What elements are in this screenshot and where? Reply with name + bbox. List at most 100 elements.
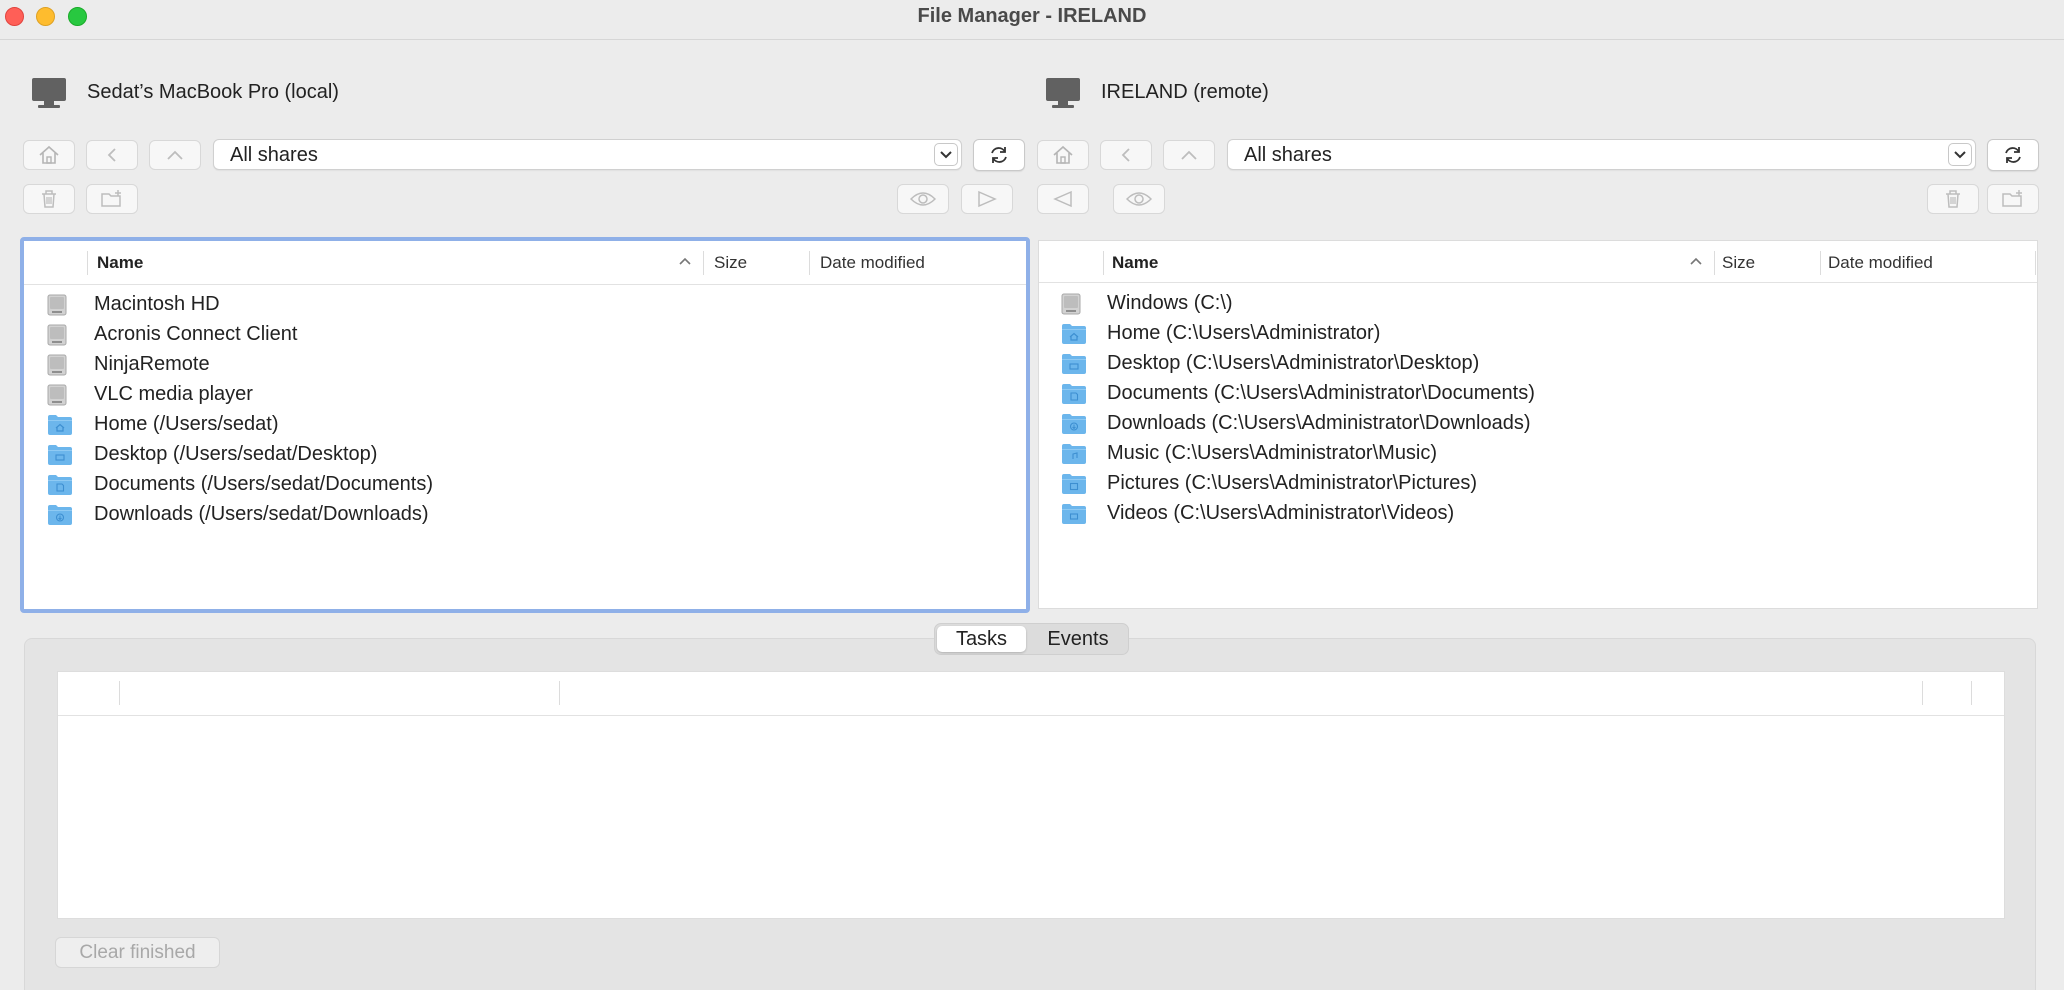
list-item-label: Macintosh HD: [94, 293, 220, 315]
list-item-label: Pictures (C:\Users\Administrator\Picture…: [1107, 472, 1478, 494]
pictures-folder-icon: [1061, 473, 1087, 500]
list-item-label: Documents (/Users/sedat/Documents): [94, 473, 434, 495]
home-icon: [39, 145, 59, 164]
remote-delete-button[interactable]: [1927, 184, 1979, 214]
local-list-item[interactable]: Desktop (/Users/sedat/Desktop): [24, 440, 1026, 470]
desktop-folder-icon: [47, 444, 73, 471]
tab-tasks[interactable]: Tasks: [937, 626, 1026, 652]
list-item-label: Desktop (/Users/sedat/Desktop): [94, 443, 378, 465]
remote-list-item[interactable]: Downloads (C:\Users\Administrator\Downlo…: [1039, 409, 2037, 439]
remote-home-button[interactable]: [1037, 140, 1089, 170]
local-new-folder-button[interactable]: [86, 184, 138, 214]
documents-folder-icon: [47, 474, 73, 501]
remote-new-folder-button[interactable]: [1987, 184, 2039, 214]
refresh-icon: [2005, 147, 2021, 163]
title-bar: File Manager - IRELAND: [0, 0, 2064, 40]
videos-folder-icon: [1061, 503, 1087, 530]
remote-list-item[interactable]: Windows (C:\): [1039, 289, 2037, 319]
remote-list-item[interactable]: Videos (C:\Users\Administrator\Videos): [1039, 499, 2037, 529]
local-list-item[interactable]: Downloads (/Users/sedat/Downloads): [24, 500, 1026, 530]
remote-back-button[interactable]: [1100, 140, 1152, 170]
home-folder-icon: [47, 414, 73, 441]
tasks-table[interactable]: [57, 671, 2005, 919]
local-list-item[interactable]: Documents (/Users/sedat/Documents): [24, 470, 1026, 500]
downloads-folder-icon: [47, 504, 73, 531]
tasks-table-header: [58, 672, 2004, 716]
desktop-folder-icon: [1061, 353, 1087, 380]
remote-size-column-header[interactable]: Size: [1722, 253, 1755, 273]
list-item-label: Acronis Connect Client: [94, 323, 298, 345]
chevron-down-icon: [1948, 143, 1972, 166]
remote-shares-select[interactable]: All shares: [1227, 139, 1976, 170]
local-machine-label: Sedat’s MacBook Pro (local): [87, 81, 339, 103]
list-item-label: Music (C:\Users\Administrator\Music): [1107, 442, 1438, 464]
eye-icon: [1126, 192, 1152, 206]
chevron-left-icon: [107, 148, 116, 162]
computer-icon: [32, 78, 66, 110]
sort-ascending-icon: [1690, 257, 1702, 265]
local-column-header: Name Size Date modified: [24, 241, 1026, 285]
window-title: File Manager - IRELAND: [917, 5, 1147, 27]
downloads-folder-icon: [1061, 413, 1087, 440]
remote-list-item[interactable]: Pictures (C:\Users\Administrator\Picture…: [1039, 469, 2037, 499]
new-folder-icon: [101, 190, 121, 207]
local-list-item[interactable]: Home (/Users/sedat): [24, 410, 1026, 440]
chevron-up-icon: [1181, 150, 1197, 160]
list-item-label: Home (/Users/sedat): [94, 413, 279, 435]
remote-shares-select-value: All shares: [1244, 144, 1332, 166]
eye-icon: [910, 192, 936, 206]
tasks-events-segmented-control: Tasks Events: [934, 623, 1129, 655]
chevron-up-icon: [167, 150, 183, 160]
clear-finished-button[interactable]: Clear finished: [55, 937, 220, 968]
list-item-label: Documents (C:\Users\Administrator\Docume…: [1107, 382, 1535, 404]
remote-file-list[interactable]: Name Size Date modified Windows (C:\) Hom…: [1038, 240, 2038, 609]
local-date-column-header[interactable]: Date modified: [820, 253, 925, 273]
local-shares-select-value: All shares: [230, 144, 318, 166]
local-list-item[interactable]: VLC media player: [24, 380, 1026, 410]
sort-ascending-icon: [679, 257, 691, 265]
local-delete-button[interactable]: [23, 184, 75, 214]
remote-list-item[interactable]: Home (C:\Users\Administrator): [1039, 319, 2037, 349]
remote-refresh-button[interactable]: [1987, 139, 2039, 171]
list-item-label: Windows (C:\): [1107, 292, 1233, 314]
local-home-button[interactable]: [23, 140, 75, 170]
local-refresh-button[interactable]: [973, 139, 1025, 171]
tab-events[interactable]: Events: [1030, 626, 1126, 652]
remote-preview-button[interactable]: [1113, 184, 1165, 214]
local-name-column-header[interactable]: Name: [97, 253, 143, 273]
drive-icon: [47, 354, 67, 381]
local-shares-select[interactable]: All shares: [213, 139, 962, 170]
trash-icon: [42, 190, 56, 208]
local-list-item[interactable]: Acronis Connect Client: [24, 320, 1026, 350]
send-right-icon: [978, 190, 997, 208]
list-item-label: NinjaRemote: [94, 353, 210, 375]
remote-list-item[interactable]: Desktop (C:\Users\Administrator\Desktop): [1039, 349, 2037, 379]
drive-icon: [47, 384, 67, 411]
list-item-label: Home (C:\Users\Administrator): [1107, 322, 1381, 344]
list-item-label: Downloads (C:\Users\Administrator\Downlo…: [1107, 412, 1531, 434]
local-up-button[interactable]: [149, 140, 201, 170]
list-item-label: Desktop (C:\Users\Administrator\Desktop): [1107, 352, 1480, 374]
local-list-item[interactable]: NinjaRemote: [24, 350, 1026, 380]
trash-icon: [1946, 190, 1960, 208]
local-list-item[interactable]: Macintosh HD: [24, 290, 1026, 320]
home-icon: [1053, 145, 1073, 164]
remote-machine-label: IRELAND (remote): [1101, 81, 1269, 103]
download-to-local-button[interactable]: [1037, 184, 1089, 214]
remote-list-item[interactable]: Documents (C:\Users\Administrator\Docume…: [1039, 379, 2037, 409]
send-left-icon: [1053, 190, 1072, 208]
chevron-left-icon: [1121, 148, 1130, 162]
refresh-icon: [991, 147, 1007, 163]
local-file-list[interactable]: Name Size Date modified Macintosh HD Acro…: [20, 237, 1030, 613]
local-back-button[interactable]: [86, 140, 138, 170]
remote-up-button[interactable]: [1163, 140, 1215, 170]
local-size-column-header[interactable]: Size: [714, 253, 747, 273]
remote-name-column-header[interactable]: Name: [1112, 253, 1158, 273]
remote-list-item[interactable]: Music (C:\Users\Administrator\Music): [1039, 439, 2037, 469]
drive-icon: [1061, 293, 1081, 320]
local-preview-button[interactable]: [897, 184, 949, 214]
remote-date-column-header[interactable]: Date modified: [1828, 253, 1933, 273]
drive-icon: [47, 294, 67, 321]
upload-to-remote-button[interactable]: [961, 184, 1013, 214]
new-folder-icon: [2002, 190, 2022, 207]
